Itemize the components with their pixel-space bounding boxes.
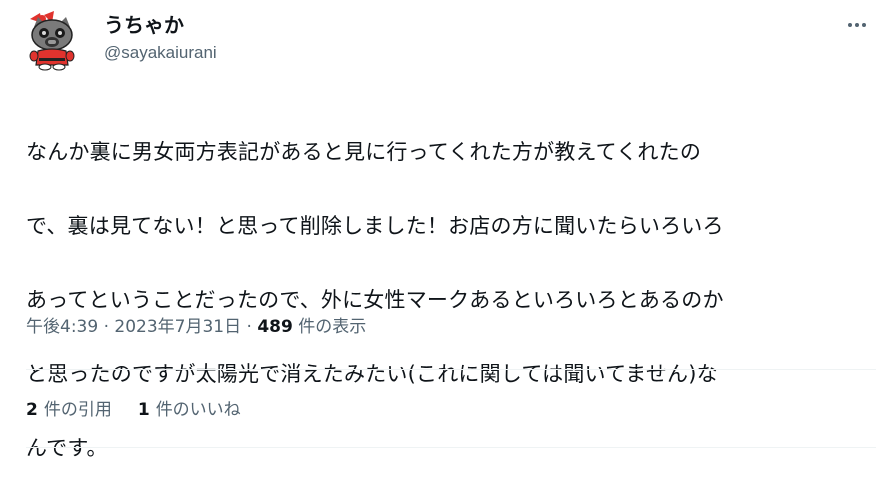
display-name[interactable]: うちゃか (104, 12, 217, 38)
likes-count: 1 (137, 400, 150, 420)
quotes-link[interactable]: 2 件の引用 (26, 398, 112, 422)
tweet-meta: 午後4:39 · 2023年7月31日 · 489 件の表示 (26, 314, 366, 340)
views-count: 489 (257, 317, 293, 337)
tweet-text-line: なんか裏に男女両方表記があると見に行ってくれた方が教えてくれたの (26, 140, 702, 164)
tweet-text-line: と思ったのですが太陽光で消えたみたい(これに関しては聞いてません)な (26, 362, 718, 386)
user-handle[interactable]: @sayakaiurani (104, 42, 217, 64)
divider (26, 447, 876, 448)
tweet-text-line: んです。 (26, 436, 108, 460)
avatar[interactable] (24, 9, 80, 71)
likes-label: 件のいいね (155, 400, 241, 420)
quotes-count: 2 (26, 400, 38, 420)
tweet-time[interactable]: 午後4:39 (26, 317, 98, 337)
divider (26, 369, 876, 370)
tweet-date[interactable]: 2023年7月31日 (114, 317, 241, 337)
user-info: うちゃか @sayakaiurani (104, 12, 217, 64)
tweet-text-line: で、裏は見てない！と思って削除しました！お店の方に聞いたらいろいろ (26, 214, 724, 238)
quotes-label: 件の引用 (43, 400, 112, 420)
likes-link[interactable]: 1 件のいいね (138, 398, 241, 422)
meta-separator: · (241, 317, 258, 337)
masked-cat-avatar-icon (29, 11, 75, 71)
tweet: うちゃか @sayakaiurani なんか裏に男女両方表記があると見に行ってく… (0, 0, 889, 460)
tweet-text: なんか裏に男女両方表記があると見に行ってくれた方が教えてくれたの で、裏は見てな… (26, 97, 876, 504)
views-label: 件の表示 (292, 317, 367, 337)
more-horizontal-icon (848, 23, 866, 27)
more-options-button[interactable] (843, 14, 871, 36)
meta-separator: · (98, 317, 115, 337)
tweet-stats: 2 件の引用 1 件のいいね (26, 398, 267, 422)
